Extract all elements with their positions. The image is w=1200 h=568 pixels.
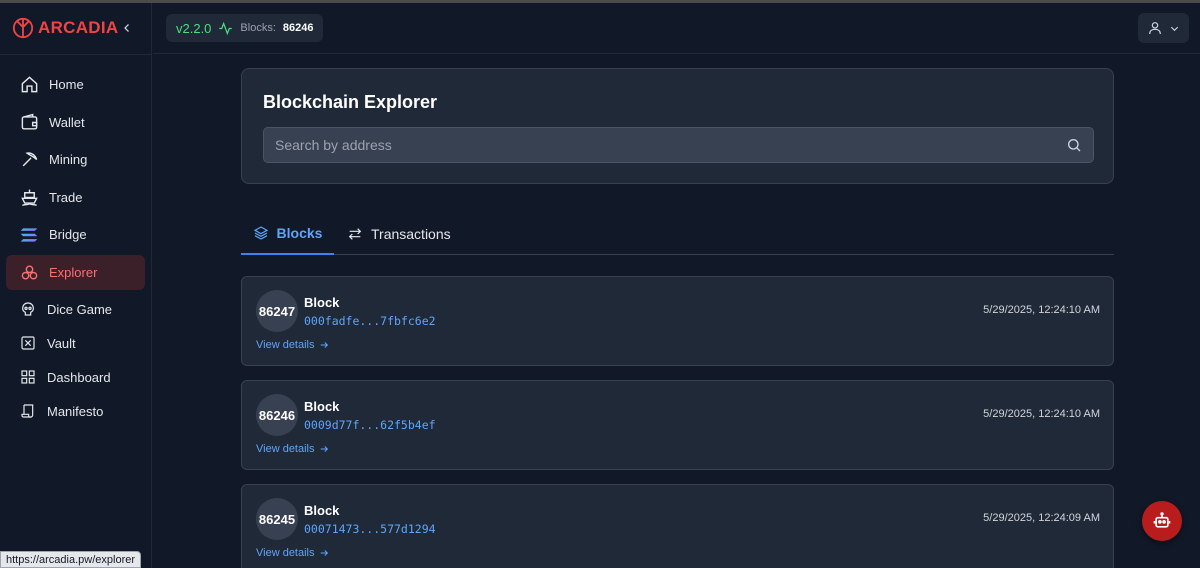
explorer-tabs: Blocks Transactions	[241, 212, 1114, 255]
top-header: v2.2.0 Blocks: 86246	[153, 3, 1200, 54]
view-details-label: View details	[256, 443, 315, 455]
chevron-down-icon	[1170, 26, 1179, 31]
user-menu-button[interactable]	[1138, 13, 1189, 43]
sidebar-item-bridge[interactable]: Bridge	[6, 217, 145, 252]
sidebar-item-label: Vault	[47, 335, 76, 351]
sidebar-item-label: Wallet	[49, 114, 85, 130]
robot-icon	[1153, 512, 1171, 528]
brand[interactable]: ARCADIA	[12, 17, 118, 39]
block-label: Block	[304, 503, 340, 518]
sidebar-item-label: Explorer	[49, 264, 98, 280]
sidebar-item-label: Bridge	[49, 227, 87, 242]
collapse-sidebar-button[interactable]	[118, 19, 136, 37]
block-timestamp: 5/29/2025, 12:24:10 AM	[983, 408, 1100, 420]
search-box	[263, 127, 1094, 163]
sidebar-item-label: Mining	[49, 152, 88, 167]
assistant-bot-button[interactable]	[1142, 501, 1182, 541]
block-hash[interactable]: 000fadfe...7fbfc6e2	[304, 314, 436, 328]
sidebar-item-label: Dice Game	[47, 301, 113, 317]
brand-name: ARCADIA	[38, 18, 119, 37]
tab-label: Transactions	[371, 225, 451, 242]
explorer-icon	[19, 262, 39, 282]
solana-icon	[19, 225, 39, 245]
arrow-right-icon	[320, 446, 328, 452]
search-icon[interactable]	[1065, 136, 1083, 154]
sidebar-item-label: Home	[49, 77, 84, 92]
user-icon	[1149, 22, 1161, 35]
ship-icon	[19, 187, 39, 207]
scroll-icon	[19, 402, 37, 420]
sidebar-item-mining[interactable]: Mining	[6, 142, 145, 177]
arrow-right-icon	[320, 342, 328, 348]
browser-status-url: https://arcadia.pw/explorer	[0, 551, 142, 568]
sidebar-divider	[0, 54, 152, 55]
sidebar-item-wallet[interactable]: Wallet	[6, 105, 145, 140]
dashboard-icon	[19, 368, 37, 386]
activity-icon	[219, 21, 233, 35]
sidebar-item-home[interactable]: Home	[6, 67, 145, 102]
view-details-label: View details	[256, 339, 315, 351]
arcadia-logo-icon	[12, 17, 34, 39]
sidebar-item-label: Trade	[49, 189, 83, 205]
arrows-exchange-icon	[348, 227, 362, 240]
view-details-link[interactable]: View details	[256, 339, 329, 351]
block-number: 86245	[256, 498, 298, 540]
arrow-right-icon	[320, 550, 328, 556]
block-timestamp: 5/29/2025, 12:24:10 AM	[983, 304, 1100, 316]
tab-transactions[interactable]: Transactions	[347, 212, 451, 255]
block-card[interactable]: 86245 Block 00071473...577d1294 5/29/202…	[241, 484, 1114, 568]
page-title: Blockchain Explorer	[263, 92, 438, 112]
chevron-left-icon	[124, 24, 129, 32]
block-card[interactable]: 86246 Block 0009d77f...62f5b4ef 5/29/202…	[241, 380, 1114, 470]
layers-icon	[253, 225, 268, 240]
blocks-label: Blocks:	[240, 22, 276, 34]
wallet-icon	[19, 112, 39, 132]
block-number: 86247	[256, 290, 298, 332]
view-details-link[interactable]: View details	[256, 547, 329, 559]
sidebar-item-vault[interactable]: Vault	[6, 326, 145, 360]
sidebar-item-manifesto[interactable]: Manifesto	[6, 394, 145, 428]
block-number: 86246	[256, 394, 298, 436]
sidebar-nav: Home Wallet Mining Trade Bridge Explorer…	[6, 67, 145, 428]
tab-blocks[interactable]: Blocks	[241, 212, 334, 255]
version-chip: v2.2.0 Blocks: 86246	[166, 14, 324, 42]
version-label: v2.2.0	[176, 20, 212, 36]
sidebar-item-label: Manifesto	[47, 403, 104, 419]
home-icon	[19, 75, 39, 95]
vault-icon	[19, 334, 37, 352]
blocks-count: 86246	[282, 22, 314, 34]
sidebar: ARCADIA Home Wallet Mining Trade Bridge …	[0, 3, 152, 568]
view-details-link[interactable]: View details	[256, 443, 329, 455]
block-hash[interactable]: 0009d77f...62f5b4ef	[304, 418, 436, 432]
block-label: Block	[304, 295, 340, 310]
sidebar-item-label: Dashboard	[47, 369, 111, 385]
sidebar-item-trade[interactable]: Trade	[6, 180, 145, 215]
search-input[interactable]	[275, 137, 1065, 153]
tab-label: Blocks	[276, 224, 323, 241]
block-timestamp: 5/29/2025, 12:24:09 AM	[983, 512, 1100, 524]
block-card[interactable]: 86247 Block 000fadfe...7fbfc6e2 5/29/202…	[241, 276, 1114, 366]
sidebar-item-dice-game[interactable]: Dice Game	[6, 292, 145, 326]
view-details-label: View details	[256, 547, 315, 559]
sidebar-item-explorer[interactable]: Explorer	[6, 254, 145, 290]
pickaxe-icon	[19, 150, 39, 170]
skull-icon	[19, 300, 37, 318]
explorer-card: Blockchain Explorer	[241, 68, 1114, 184]
block-hash[interactable]: 00071473...577d1294	[304, 522, 436, 536]
block-label: Block	[304, 399, 340, 414]
sidebar-item-dashboard[interactable]: Dashboard	[6, 360, 145, 394]
